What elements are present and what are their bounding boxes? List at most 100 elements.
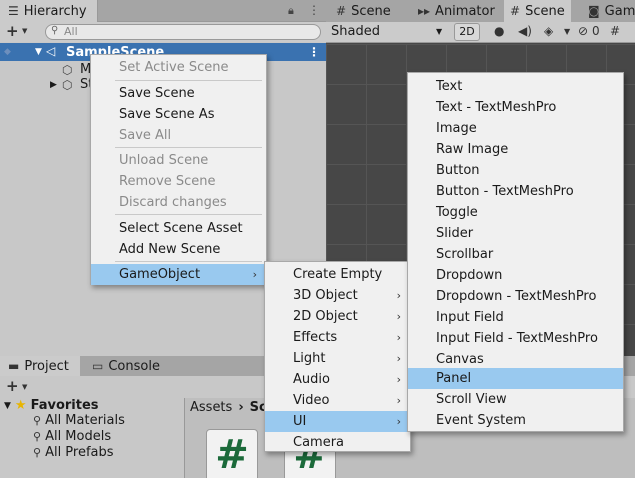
scene-context-menu: Set Active Scene Save Scene Save Scene A… xyxy=(90,54,267,285)
gameobject-submenu: Create Empty 3D Object › 2D Object › Effec… xyxy=(264,261,411,452)
effects-icon[interactable]: ◈ xyxy=(544,24,553,38)
menu-item-toggle[interactable]: Toggle xyxy=(408,202,623,223)
menu-item-save-scene-as[interactable]: Save Scene As xyxy=(91,104,266,125)
menu-item-2d-object[interactable]: 2D Object › xyxy=(265,306,410,327)
grid-icon: # xyxy=(336,4,347,18)
menu-separator xyxy=(115,214,262,215)
menu-item-unload-scene[interactable]: Unload Scene xyxy=(91,150,266,171)
kebab-menu-icon[interactable]: ⋮ xyxy=(308,3,320,17)
menu-item-save-scene[interactable]: Save Scene xyxy=(91,83,266,104)
favorite-item[interactable]: ⚲ All Prefabs xyxy=(33,445,114,460)
menu-item-button[interactable]: Button xyxy=(408,160,623,181)
audio-icon[interactable]: ◀) xyxy=(518,24,532,38)
menu-item-button-tmp[interactable]: Button - TextMeshPro xyxy=(408,181,623,202)
script-asset-tile[interactable]: # xyxy=(206,429,258,478)
menu-item-raw-image[interactable]: Raw Image xyxy=(408,139,623,160)
unity-scene-icon: ◁ xyxy=(46,44,56,58)
lock-icon[interactable]: 🔒︎ xyxy=(288,4,294,18)
menu-separator xyxy=(115,80,262,81)
expand-arrow-icon[interactable]: ▼ xyxy=(35,47,42,57)
favorites-header[interactable]: ▼ ★ Favorites xyxy=(4,398,99,413)
menu-item-label: Save Scene xyxy=(119,86,195,101)
menu-item-label: Slider xyxy=(436,226,474,241)
menu-item-label: Select Scene Asset xyxy=(119,221,243,236)
menu-item-gameobject[interactable]: GameObject › xyxy=(91,264,266,285)
create-plus-button[interactable]: + xyxy=(6,377,19,395)
menu-item-label: Button - TextMeshPro xyxy=(436,184,574,199)
menu-item-audio[interactable]: Audio › xyxy=(265,369,410,390)
favorite-item-label: All Models xyxy=(45,429,112,444)
tab-project[interactable]: ▬ Project xyxy=(0,356,80,376)
submenu-arrow-icon: › xyxy=(396,352,401,365)
menu-item-input-field-tmp[interactable]: Input Field - TextMeshPro xyxy=(408,328,623,349)
menu-item-label: Raw Image xyxy=(436,142,509,157)
menu-item-scrollbar[interactable]: Scrollbar xyxy=(408,244,623,265)
menu-item-label: Input Field xyxy=(436,310,504,325)
tab-console[interactable]: ▭ Console xyxy=(84,356,168,376)
grid-icon[interactable]: # xyxy=(610,24,620,38)
menu-item-add-new-scene[interactable]: Add New Scene xyxy=(91,239,266,260)
menu-item-dropdown[interactable]: Dropdown xyxy=(408,265,623,286)
chevron-down-icon[interactable]: ▼ xyxy=(22,383,27,391)
menu-item-label: Button xyxy=(436,163,480,178)
console-icon: ▭ xyxy=(92,359,104,373)
menu-item-video[interactable]: Video › xyxy=(265,390,410,411)
tab-hierarchy-label: Hierarchy xyxy=(23,3,87,19)
menu-item-select-scene-asset[interactable]: Select Scene Asset xyxy=(91,218,266,239)
menu-item-label: Text - TextMeshPro xyxy=(436,100,557,115)
favorites-tree: ▼ ★ Favorites ⚲ All Materials ⚲ All Mode… xyxy=(0,398,184,478)
ui-submenu: Text Text - TextMeshPro Image Raw Image … xyxy=(407,72,624,432)
submenu-arrow-icon: › xyxy=(396,394,401,407)
hierarchy-search-input[interactable]: ⚲ All xyxy=(45,24,321,40)
gamepad-icon: ◙ xyxy=(588,4,600,18)
draw-mode-dropdown[interactable]: Shaded xyxy=(331,24,380,39)
hidden-objects-icon[interactable]: ⊘ xyxy=(578,24,588,38)
menu-item-remove-scene[interactable]: Remove Scene xyxy=(91,171,266,192)
menu-item-light[interactable]: Light › xyxy=(265,348,410,369)
menu-item-canvas[interactable]: Canvas xyxy=(408,349,623,370)
menu-item-text[interactable]: Text xyxy=(408,76,623,97)
menu-item-label: Add New Scene xyxy=(119,242,221,257)
lighting-icon[interactable]: ● xyxy=(494,24,504,38)
create-plus-button[interactable]: + xyxy=(6,22,19,40)
menu-item-label: Create Empty xyxy=(293,267,383,282)
menu-item-event-system[interactable]: Event System xyxy=(408,410,623,431)
menu-item-text-tmp[interactable]: Text - TextMeshPro xyxy=(408,97,623,118)
menu-item-set-active-scene[interactable]: Set Active Scene xyxy=(91,57,266,78)
menu-item-save-all[interactable]: Save All xyxy=(91,125,266,146)
chevron-down-icon[interactable]: ▼ xyxy=(436,27,442,36)
menu-item-create-empty[interactable]: Create Empty xyxy=(265,264,410,285)
toggle-2d-button[interactable]: 2D xyxy=(454,23,480,41)
breadcrumb-assets[interactable]: Assets xyxy=(190,400,232,415)
scene-toolbar: Shaded ▼ 2D ● ◀) ◈ ▼ ⊘ 0 # xyxy=(326,22,635,43)
menu-item-image[interactable]: Image xyxy=(408,118,623,139)
chevron-down-icon[interactable]: ▼ xyxy=(22,27,27,35)
tab-hierarchy[interactable]: ☰ Hierarchy xyxy=(0,0,98,22)
menu-item-dropdown-tmp[interactable]: Dropdown - TextMeshPro xyxy=(408,286,623,307)
expand-arrow-icon[interactable]: ▼ xyxy=(4,401,11,411)
menu-item-ui[interactable]: UI › xyxy=(265,411,410,432)
tab-scene[interactable]: # Scene xyxy=(330,0,397,22)
menu-item-scroll-view[interactable]: Scroll View xyxy=(408,389,623,410)
submenu-arrow-icon: › xyxy=(252,268,257,281)
scene-kebab-icon[interactable]: ⋮ xyxy=(308,45,320,59)
visibility-icon[interactable]: ◆ xyxy=(4,47,11,57)
menu-item-3d-object[interactable]: 3D Object › xyxy=(265,285,410,306)
tab-scene-active[interactable]: # Scene xyxy=(504,0,571,22)
chevron-down-icon[interactable]: ▼ xyxy=(564,27,570,36)
search-placeholder: All xyxy=(64,25,78,38)
expand-arrow-icon[interactable]: ▶ xyxy=(50,80,57,90)
menu-item-camera[interactable]: Camera xyxy=(265,432,410,453)
favorite-item[interactable]: ⚲ All Materials xyxy=(33,413,125,428)
tab-game[interactable]: ◙ Game xyxy=(582,0,635,22)
grid-icon: # xyxy=(510,4,521,18)
favorite-item[interactable]: ⚲ All Models xyxy=(33,429,111,444)
menu-item-discard-changes[interactable]: Discard changes xyxy=(91,192,266,213)
menu-item-panel[interactable]: Panel xyxy=(408,368,623,389)
menu-item-slider[interactable]: Slider xyxy=(408,223,623,244)
search-icon: ⚲ xyxy=(33,414,42,427)
tab-animator[interactable]: ▸▸ Animator xyxy=(412,0,501,22)
breadcrumb: Assets › Scr xyxy=(190,400,273,415)
menu-item-effects[interactable]: Effects › xyxy=(265,327,410,348)
menu-item-input-field[interactable]: Input Field xyxy=(408,307,623,328)
